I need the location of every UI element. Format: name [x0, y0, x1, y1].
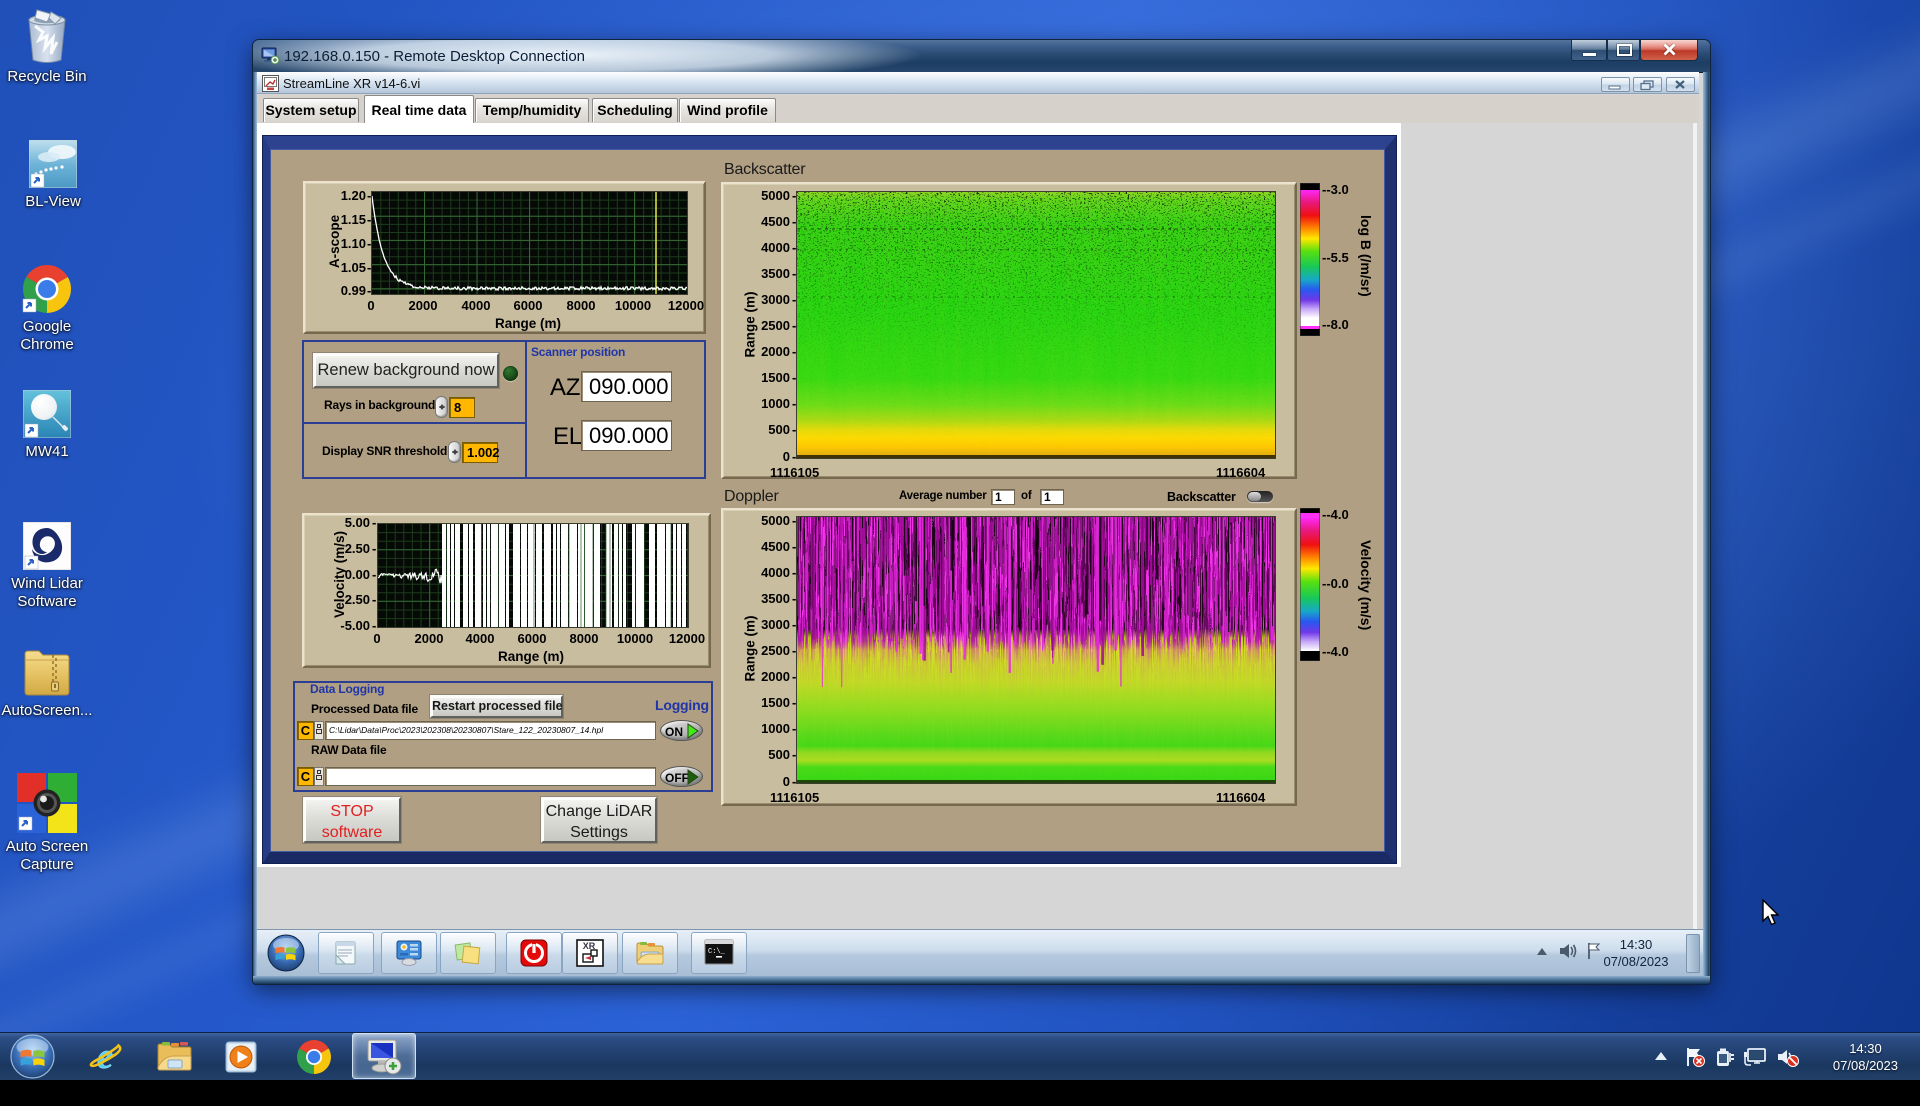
- svg-text:C:\_: C:\_: [708, 948, 726, 956]
